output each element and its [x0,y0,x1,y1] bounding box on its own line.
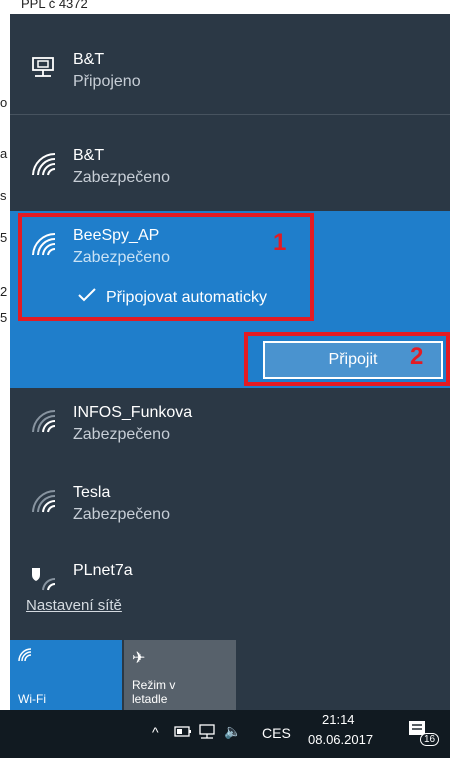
background-text: a [0,146,8,161]
network-status: Zabezpečeno [73,426,170,443]
taskbar: ^ 🔈 CES 21:14 08.06.2017 16 [0,710,450,758]
background-text: 5 [0,230,8,245]
network-item-plnet7a[interactable]: PLnet7a [10,562,450,592]
tile-label: Režim v letadle [132,678,176,706]
background-text: s [0,188,7,203]
clock-time[interactable]: 21:14 [322,712,355,727]
network-name: PLnet7a [73,562,133,579]
network-icon[interactable] [198,724,216,743]
background-text: o [0,95,8,110]
airplane-icon: ✈ [132,650,146,667]
network-item-infos[interactable]: INFOS_Funkova Zabezpečeno [10,404,450,454]
wifi-icon [30,151,56,177]
clock-date[interactable]: 08.06.2017 [308,732,373,747]
airplane-mode-tile[interactable]: ✈ Režim v letadle [124,640,236,710]
network-item-bt-ethernet[interactable]: B&T Připojeno [10,51,450,101]
annotation-number-2: 2 [410,343,424,370]
language-indicator[interactable]: CES [262,725,291,741]
wifi-icon [18,648,34,665]
network-item-tesla[interactable]: Tesla Zabezpečeno [10,484,450,534]
divider [10,114,450,115]
annotation-number-1: 1 [273,229,287,256]
notification-count-badge: 16 [420,733,440,746]
network-item-bt-wifi[interactable]: B&T Zabezpečeno [10,147,450,197]
wifi-icon [30,488,56,514]
wifi-icon [30,408,56,434]
background-text: 2 [0,284,8,299]
network-status: Zabezpečeno [73,506,170,523]
ethernet-icon [30,55,56,81]
network-name: Tesla [73,484,111,501]
chevron-up-icon[interactable]: ^ [152,724,159,740]
background-text: 5 [0,310,8,325]
wifi-toggle-tile[interactable]: Wi-Fi [10,640,122,710]
network-name: B&T [73,147,105,164]
background-text: PPL č 4372 [21,0,88,11]
volume-icon[interactable]: 🔈 [224,723,241,740]
wifi-shield-icon [30,566,56,592]
network-status: Připojeno [73,73,141,90]
network-flyout: B&T Připojeno B&T Zabezpečeno BeeSpy_AP … [10,14,450,710]
network-settings-link[interactable]: Nastavení sítě [26,597,122,614]
annotation-box-1 [18,213,314,321]
network-name: B&T [73,51,105,68]
network-name: INFOS_Funkova [73,404,193,421]
battery-icon[interactable] [174,724,192,741]
tile-label: Wi-Fi [18,692,46,706]
network-status: Zabezpečeno [73,169,170,186]
